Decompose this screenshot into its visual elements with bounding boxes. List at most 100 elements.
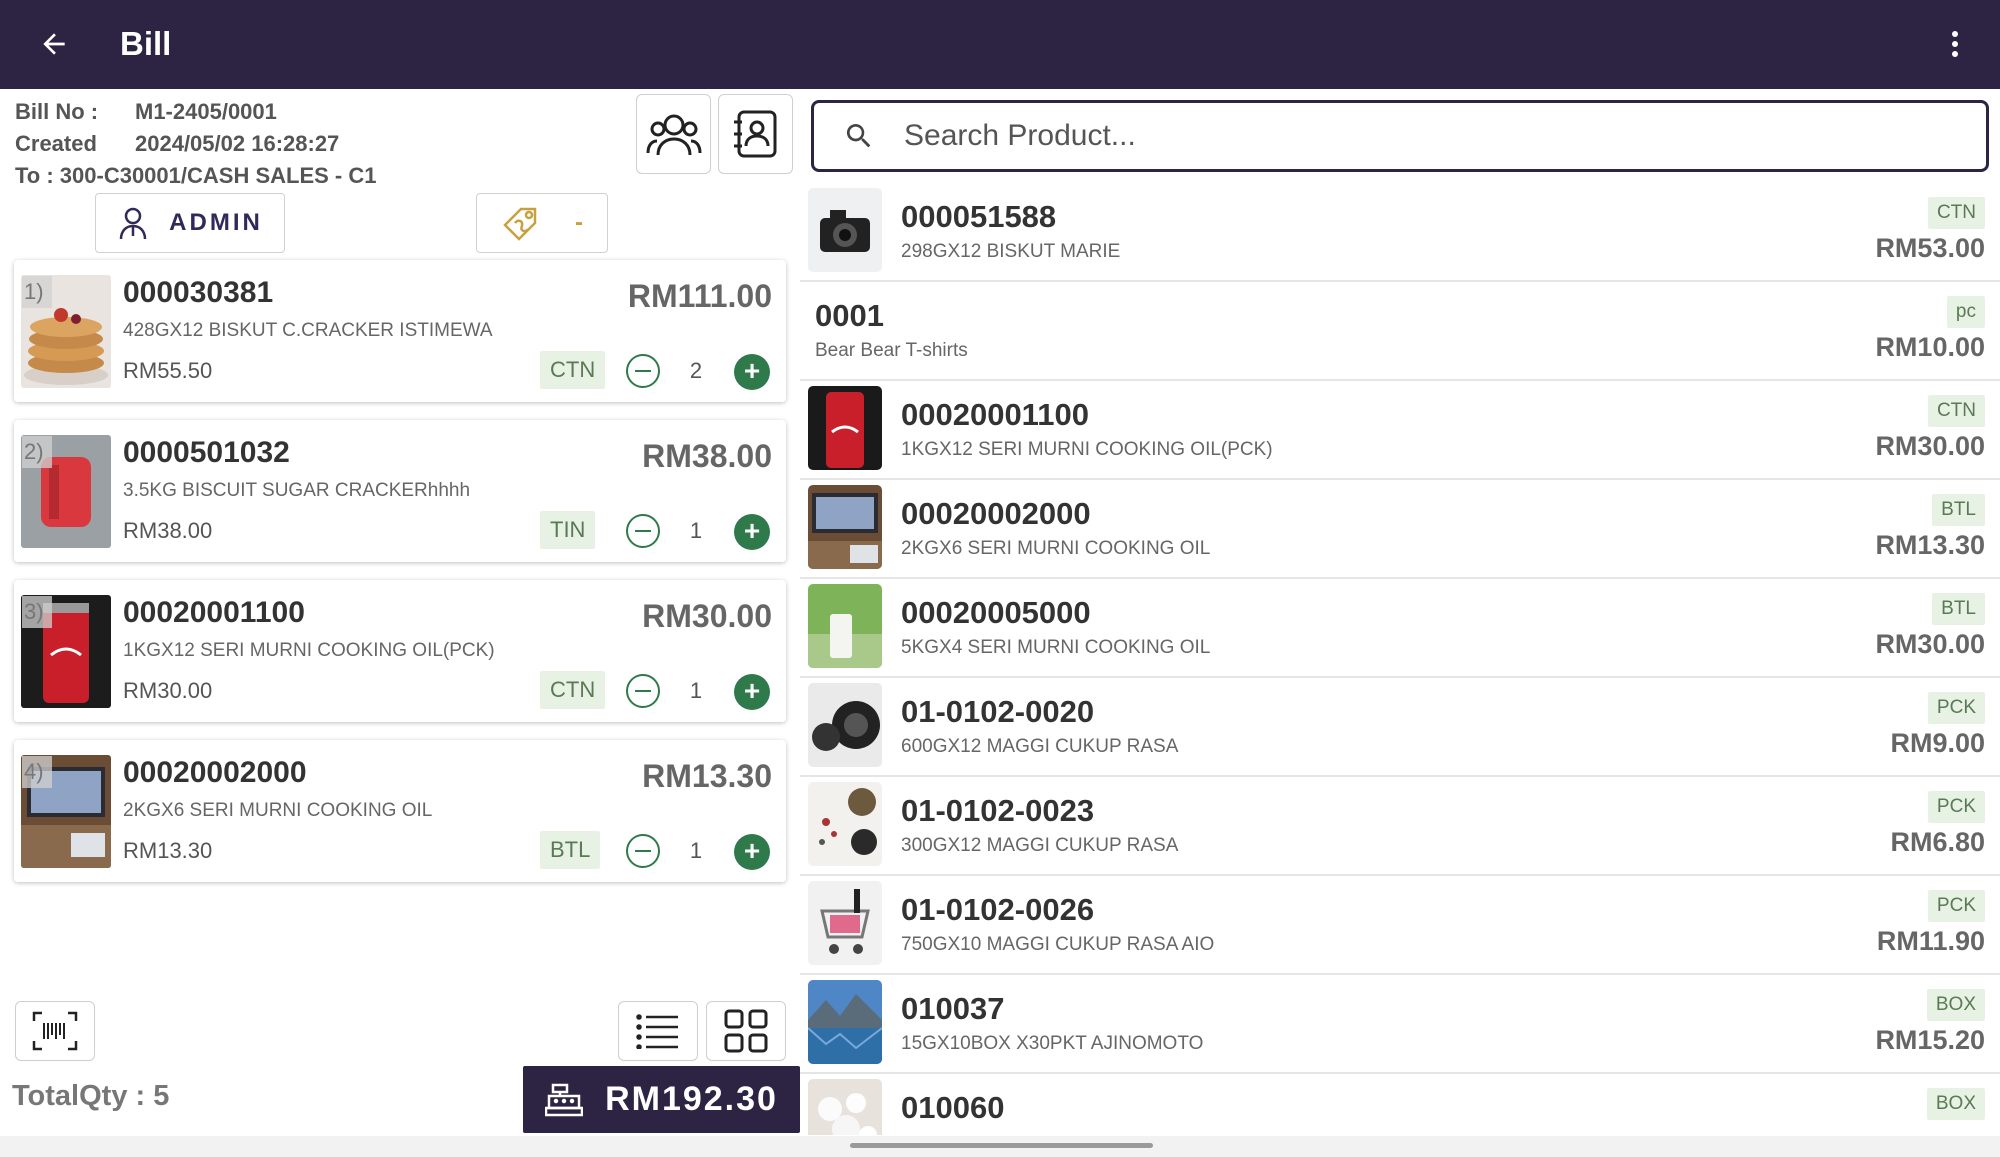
product-uom: CTN [1927, 197, 1985, 229]
product-image [808, 188, 882, 272]
product-price: RM30.00 [1875, 431, 1985, 461]
grid-view-button[interactable] [706, 1001, 786, 1061]
decrease-qty-button[interactable] [626, 354, 660, 388]
product-row[interactable]: 00020001100 1KGX12 SERI MURNI COOKING OI… [800, 381, 2000, 480]
discount-button[interactable]: - [476, 193, 608, 253]
cart-item-uom[interactable]: CTN [540, 351, 606, 389]
increase-qty-button[interactable]: + [734, 674, 770, 710]
cart-item-uom[interactable]: TIN [540, 511, 596, 549]
cart-item-index: 2) [22, 436, 52, 468]
cart-item-unit-price: RM55.50 [123, 358, 213, 383]
product-code: 0001 [815, 298, 884, 333]
cart-item-name: 3.5KG BISCUIT SUGAR CRACKERhhhh [123, 480, 471, 501]
cart-item[interactable]: 3) 00020001100 1KGX12 SERI MURNI COOKING… [14, 580, 786, 722]
product-image [808, 1079, 882, 1135]
product-price: RM53.00 [1875, 233, 1985, 263]
product-row[interactable]: 010060 BOX [800, 1074, 2000, 1135]
cart-item-uom[interactable]: BTL [540, 831, 601, 869]
bill-info: Bill No : M1-2405/0001 Created 2024/05/02 … [15, 96, 635, 192]
cart-item-index: 1) [22, 276, 52, 308]
product-uom: BOX [1926, 1088, 1985, 1120]
product-uom: BOX [1926, 989, 1985, 1021]
product-row[interactable]: 01-0102-0026 750GX10 MAGGI CUKUP RASA AI… [800, 876, 2000, 975]
product-row[interactable]: 00020002000 2KGX6 SERI MURNI COOKING OIL… [800, 480, 2000, 579]
product-code: 00020002000 [901, 496, 1091, 531]
cart-item-total: RM30.00 [642, 598, 772, 634]
product-price: RM30.00 [1875, 629, 1985, 659]
product-code: 01-0102-0020 [901, 694, 1095, 729]
cart-item[interactable]: 1) 000030381 428GX12 BISKUT C.CRACKER IS… [14, 260, 786, 402]
cart-item-unit-price: RM13.30 [123, 838, 213, 863]
grid-icon [724, 1009, 768, 1053]
product-image [808, 980, 882, 1064]
search-bar[interactable] [811, 100, 1989, 172]
product-image [808, 683, 882, 767]
cart-item-name: 1KGX12 SERI MURNI COOKING OIL(PCK) [123, 640, 495, 661]
decrease-qty-button[interactable] [626, 834, 660, 868]
increase-qty-button[interactable]: + [734, 354, 770, 390]
product-name: 600GX12 MAGGI CUKUP RASA [901, 736, 1179, 757]
product-name: 5KGX4 SERI MURNI COOKING OIL [901, 637, 1211, 658]
cart-item[interactable]: 2) 0000501032 3.5KG BISCUIT SUGAR CRACKE… [14, 420, 786, 562]
cart-item-index: 3) [22, 596, 52, 628]
more-vertical-icon [1952, 31, 1958, 57]
search-input[interactable] [904, 119, 1954, 153]
checkout-button[interactable]: RM192.30 [523, 1066, 800, 1133]
decrease-qty-button[interactable] [626, 674, 660, 708]
cart-item-code: 000030381 [123, 276, 274, 309]
cart-item-unit-price: RM38.00 [123, 518, 213, 543]
product-uom: PCK [1927, 791, 1985, 823]
cart-item-qty[interactable]: 1 [684, 518, 708, 544]
back-button[interactable] [30, 20, 78, 68]
product-image [808, 386, 882, 470]
product-code: 010060 [901, 1090, 1005, 1125]
product-row[interactable]: 000051588 298GX12 BISKUT MARIE CTN RM53.… [800, 183, 2000, 282]
arrow-left-icon [43, 33, 65, 55]
product-code: 01-0102-0026 [901, 892, 1095, 927]
home-indicator[interactable] [850, 1143, 1153, 1148]
customer-select-button[interactable] [636, 94, 711, 174]
salesperson-button[interactable]: ADMIN [95, 193, 285, 253]
increase-qty-button[interactable]: + [734, 514, 770, 550]
product-price: RM11.90 [1876, 926, 1985, 956]
more-menu-button[interactable] [1935, 20, 1975, 68]
cart-item-qty[interactable]: 1 [684, 838, 708, 864]
product-image [808, 485, 882, 569]
bill-no-label: Bill No : [15, 99, 99, 124]
product-list[interactable]: 000051588 298GX12 BISKUT MARIE CTN RM53.… [800, 183, 2000, 1135]
cart-item-name: 428GX12 BISKUT C.CRACKER ISTIMEWA [123, 320, 493, 341]
product-row[interactable]: 00020005000 5KGX4 SERI MURNI COOKING OIL… [800, 579, 2000, 678]
cart-item-index: 4) [22, 756, 52, 788]
cart-item-name: 2KGX6 SERI MURNI COOKING OIL [123, 800, 433, 821]
product-name: 750GX10 MAGGI CUKUP RASA AIO [901, 934, 1215, 955]
decrease-qty-button[interactable] [626, 514, 660, 548]
cart-item-uom[interactable]: CTN [540, 671, 606, 709]
product-row[interactable]: 010037 15GX10BOX X30PKT AJINOMOTO BOX RM… [800, 975, 2000, 1074]
bill-no-value: M1-2405/0001 [135, 99, 277, 124]
created-label: Created [15, 131, 97, 156]
product-row[interactable]: 0001 Bear Bear T-shirts pc RM10.00 [800, 282, 2000, 381]
product-row[interactable]: 01-0102-0023 300GX12 MAGGI CUKUP RASA PC… [800, 777, 2000, 876]
product-code: 000051588 [901, 199, 1057, 234]
product-row[interactable]: 01-0102-0020 600GX12 MAGGI CUKUP RASA PC… [800, 678, 2000, 777]
increase-qty-button[interactable]: + [734, 834, 770, 870]
product-price: RM9.00 [1890, 728, 1985, 758]
cart-item-unit-price: RM30.00 [123, 678, 213, 703]
cart-item[interactable]: 4) 00020002000 2KGX6 SERI MURNI COOKING … [14, 740, 786, 882]
contact-card-button[interactable] [718, 94, 793, 174]
product-name: 15GX10BOX X30PKT AJINOMOTO [901, 1033, 1204, 1054]
product-name: Bear Bear T-shirts [815, 340, 968, 361]
total-qty: TotalQty : 5 [12, 1080, 170, 1112]
list-view-button[interactable] [618, 1001, 698, 1061]
product-code: 010037 [901, 991, 1005, 1026]
cart-item-code: 0000501032 [123, 436, 290, 469]
product-image [808, 584, 882, 668]
product-uom: PCK [1927, 890, 1985, 922]
barcode-scan-button[interactable] [15, 1001, 95, 1061]
product-uom: BTL [1932, 494, 1985, 526]
cart-item-qty[interactable]: 2 [684, 358, 708, 384]
cart-item-qty[interactable]: 1 [684, 678, 708, 704]
discount-value: - [575, 209, 583, 236]
contact-book-icon [733, 110, 776, 158]
created-value: 2024/05/02 16:28:27 [135, 131, 340, 156]
